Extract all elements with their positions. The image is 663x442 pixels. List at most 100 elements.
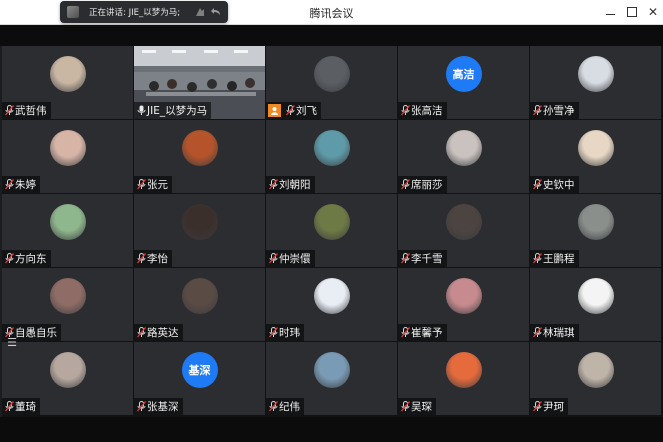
participant-tile[interactable]: 路英达	[134, 268, 265, 341]
participant-name: 吴琛	[411, 401, 432, 413]
participant-tile[interactable]: 仲崇儇	[266, 194, 397, 267]
name-bar: 李怡	[134, 250, 172, 267]
participant-name: 席丽莎	[411, 179, 443, 191]
participant-name: 时玮	[279, 327, 300, 339]
participant-tile[interactable]: 朱婷	[2, 120, 133, 193]
participant-tile[interactable]: 自愚自乐	[2, 268, 133, 341]
participant-tile[interactable]: 刘朝阳	[266, 120, 397, 193]
speaking-label: 正在讲话: JIE_以梦为马;	[89, 8, 181, 18]
mic-muted-icon	[400, 327, 410, 339]
mic-muted-icon	[4, 253, 14, 265]
avatar	[49, 56, 86, 92]
avatar	[181, 130, 218, 166]
name-bar: 路英达	[134, 324, 183, 341]
maximize-icon	[627, 7, 637, 17]
participant-tile[interactable]: 刘飞	[266, 46, 397, 119]
avatar	[313, 130, 350, 166]
participant-name: 林瑞琪	[543, 327, 575, 339]
mic-muted-icon	[136, 179, 146, 191]
avatar: 高洁	[445, 56, 482, 92]
mic-muted-icon	[400, 401, 410, 413]
mic-muted-icon	[400, 105, 410, 117]
participant-name: 张高洁	[411, 105, 443, 117]
name-bar: 时玮	[266, 324, 304, 341]
name-bar: 张元	[134, 176, 172, 193]
mic-muted-icon	[136, 401, 146, 413]
avatar	[577, 278, 614, 314]
name-bar: 林瑞琪	[530, 324, 579, 341]
mic-muted-icon	[136, 253, 146, 265]
avatar	[313, 56, 350, 92]
participant-name: 刘朝阳	[279, 179, 311, 191]
name-bar: 席丽莎	[398, 176, 447, 193]
avatar	[445, 278, 482, 314]
name-bar: 张高洁	[398, 102, 447, 119]
speaking-indicator[interactable]: 正在讲话: JIE_以梦为马;	[60, 1, 228, 23]
participant-name: 纪伟	[279, 401, 300, 413]
participant-tile[interactable]: 林瑞琪	[530, 268, 661, 341]
name-bar: 王鹏程	[530, 250, 579, 267]
participant-tile[interactable]: 董琦	[2, 342, 133, 415]
participant-name: 尹珂	[543, 401, 564, 413]
participant-tile[interactable]: 史钦中	[530, 120, 661, 193]
name-bar: 刘朝阳	[266, 176, 315, 193]
participant-name: 路英达	[147, 327, 179, 339]
name-bar: 仲崇儇	[266, 250, 315, 267]
top-band	[0, 25, 663, 46]
mic-muted-icon	[268, 253, 278, 265]
participant-name: JIE_以梦为马	[147, 105, 208, 117]
avatar	[49, 352, 86, 388]
name-bar: 刘飞	[266, 102, 321, 119]
name-bar: 纪伟	[266, 398, 304, 415]
hand-icon[interactable]	[194, 6, 206, 18]
participant-tile[interactable]: JIE_以梦为马	[134, 46, 265, 119]
mic-muted-icon	[268, 401, 278, 413]
participant-name: 史钦中	[543, 179, 575, 191]
participant-tile[interactable]: 孙雪净	[530, 46, 661, 119]
participant-tile[interactable]: 高洁 张高洁	[398, 46, 529, 119]
host-user-icon	[268, 104, 281, 117]
rewind-icon[interactable]	[210, 6, 222, 18]
name-bar: 崔馨予	[398, 324, 447, 341]
participant-name: 仲崇儇	[279, 253, 311, 265]
mic-muted-icon	[532, 327, 542, 339]
participant-tile[interactable]: 方向东	[2, 194, 133, 267]
minimize-button[interactable]	[598, 2, 622, 22]
participant-tile[interactable]: 纪伟	[266, 342, 397, 415]
close-icon: ✕	[647, 5, 659, 19]
participant-tile[interactable]: 基深 张基深	[134, 342, 265, 415]
mic-muted-icon	[400, 253, 410, 265]
avatar	[445, 204, 482, 240]
list-menu-icon[interactable]: ☰	[5, 337, 19, 349]
avatar: 基深	[181, 352, 218, 388]
participant-tile[interactable]: 吴琛	[398, 342, 529, 415]
avatar	[49, 204, 86, 240]
participant-tile[interactable]: 武哲伟	[2, 46, 133, 119]
mic-muted-icon	[532, 105, 542, 117]
mic-muted-icon	[4, 179, 14, 191]
participant-name: 崔馨予	[411, 327, 443, 339]
avatar	[181, 204, 218, 240]
name-bar: 张基深	[134, 398, 183, 415]
avatar	[313, 352, 350, 388]
participant-name: 孙雪净	[543, 105, 575, 117]
participant-tile[interactable]: 王鹏程	[530, 194, 661, 267]
avatar	[181, 278, 218, 314]
speaking-tools	[194, 6, 222, 18]
participant-tile[interactable]: 李千雪	[398, 194, 529, 267]
avatar	[49, 278, 86, 314]
participant-name: 朱婷	[15, 179, 36, 191]
participant-name: 张基深	[147, 401, 179, 413]
name-bar: 武哲伟	[2, 102, 51, 119]
participant-tile[interactable]: 张元	[134, 120, 265, 193]
avatar	[577, 204, 614, 240]
participant-tile[interactable]: 席丽莎	[398, 120, 529, 193]
participant-tile[interactable]: 崔馨予	[398, 268, 529, 341]
close-button[interactable]: ✕	[641, 2, 663, 22]
participant-name: 方向东	[15, 253, 47, 265]
avatar	[577, 130, 614, 166]
meeting-window: 腾讯会议 ✕ 正在讲话: JIE_以梦为马; 武哲伟 JIE_以梦为马 刘飞 高…	[0, 0, 663, 442]
participant-tile[interactable]: 时玮	[266, 268, 397, 341]
participant-tile[interactable]: 尹珂	[530, 342, 661, 415]
participant-tile[interactable]: 李怡	[134, 194, 265, 267]
